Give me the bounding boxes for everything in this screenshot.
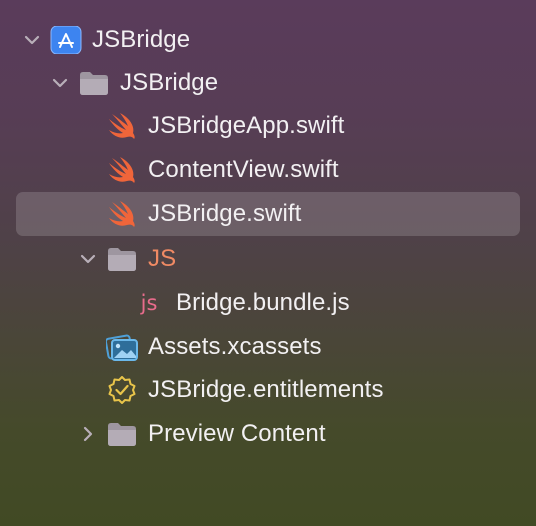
swift-icon: [106, 112, 138, 140]
folder-icon: [106, 420, 138, 448]
folder-icon: [78, 69, 110, 97]
navigator-row-project[interactable]: JSBridge: [0, 18, 536, 62]
navigator-row-group-jsbridge[interactable]: JSBridge: [0, 61, 536, 105]
navigator-row-group-preview-content[interactable]: Preview Content: [0, 412, 536, 456]
navigator-item-label: JS: [148, 245, 177, 272]
navigator-row-file[interactable]: Assets.xcassets: [0, 325, 536, 369]
navigator-item-label: Preview Content: [148, 420, 326, 447]
entitlements-icon: [106, 376, 138, 404]
navigator-row-file[interactable]: ContentView.swift: [0, 148, 536, 192]
navigator-row-file[interactable]: JSBridge.entitlements: [0, 368, 536, 412]
navigator-row-file-selected[interactable]: JSBridge.swift: [0, 192, 536, 236]
navigator-item-label: JSBridgeApp.swift: [148, 112, 345, 139]
chevron-down-icon[interactable]: [50, 73, 70, 93]
navigator-item-label: Assets.xcassets: [148, 333, 322, 360]
swift-icon: [106, 156, 138, 184]
asset-catalog-icon: [106, 333, 138, 361]
navigator-item-label: ContentView.swift: [148, 156, 339, 183]
xcode-project-icon: [50, 26, 82, 54]
navigator-item-label: JSBridge.entitlements: [148, 376, 384, 403]
navigator-item-label: JSBridge: [120, 69, 219, 96]
navigator-item-label: Bridge.bundle.js: [176, 289, 350, 316]
navigator-row-file[interactable]: JSBridgeApp.swift: [0, 104, 536, 148]
chevron-down-icon[interactable]: [78, 249, 98, 269]
folder-icon: [106, 245, 138, 273]
swift-icon: [106, 200, 138, 228]
chevron-down-icon[interactable]: [22, 30, 42, 50]
chevron-right-icon[interactable]: [78, 424, 98, 444]
navigator-row-file[interactable]: js Bridge.bundle.js: [0, 281, 536, 325]
navigator-row-group-js[interactable]: JS: [0, 237, 536, 281]
js-file-icon: js: [140, 291, 158, 315]
navigator-item-label: JSBridge.swift: [148, 200, 302, 227]
project-navigator: JSBridge JSBridge JSBridgeApp.swift Cont…: [0, 0, 536, 526]
navigator-item-label: JSBridge: [92, 26, 191, 53]
